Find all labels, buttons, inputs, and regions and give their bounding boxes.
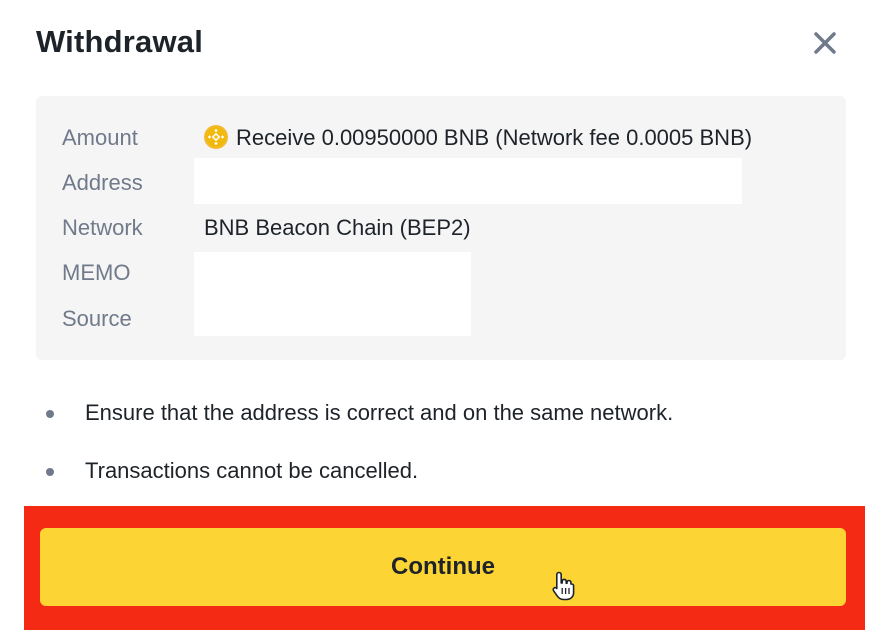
notice-text: Ensure that the address is correct and o…: [85, 400, 674, 425]
network-label: Network: [62, 215, 143, 240]
address-value: [194, 158, 742, 204]
bullet-dot: [46, 410, 54, 418]
network-value: BNB Beacon Chain (BEP2): [204, 215, 471, 240]
amount-label: Amount: [62, 125, 138, 150]
hand-pointer-cursor-icon: [550, 570, 578, 602]
address-label: Address: [62, 170, 143, 195]
continue-button[interactable]: Continue: [40, 528, 846, 606]
amount-value: Receive 0.00950000 BNB (Network fee 0.00…: [204, 124, 752, 152]
bnb-coin-icon: [204, 125, 228, 149]
source-label: Source: [62, 306, 132, 331]
dialog-title: Withdrawal: [36, 24, 204, 59]
memo-label: MEMO: [62, 260, 131, 285]
close-icon[interactable]: [808, 26, 842, 60]
amount-text: Receive 0.00950000 BNB (Network fee 0.00…: [236, 125, 753, 150]
memo-source-value: [194, 252, 471, 336]
withdrawal-dialog: Withdrawal Amount Receive 0.00950000 BNB…: [0, 0, 878, 638]
notice-text: Transactions cannot be cancelled.: [85, 458, 419, 483]
withdrawal-details-panel: Amount Receive 0.00950000 BNB (Network f…: [36, 96, 846, 360]
bullet-dot: [46, 468, 54, 476]
